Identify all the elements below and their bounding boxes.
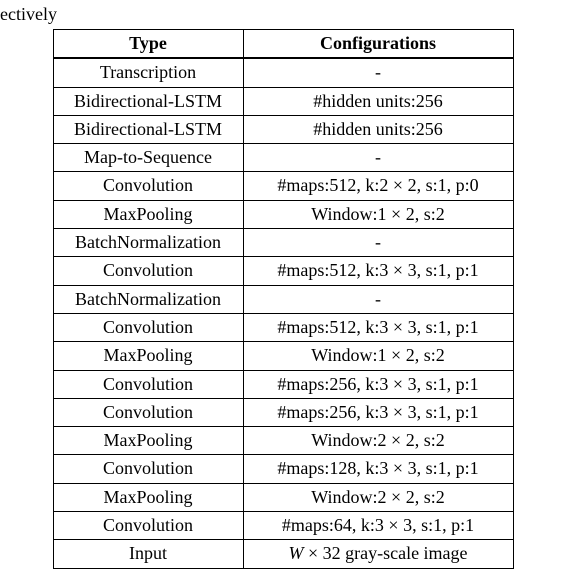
cell-configurations: #hidden units:256	[243, 115, 513, 143]
cell-type: MaxPooling	[53, 342, 243, 370]
table-row: Convolution#maps:128, k:3 × 3, s:1, p:1	[53, 455, 513, 483]
cell-configurations: #maps:512, k:3 × 3, s:1, p:1	[243, 257, 513, 285]
cell-configurations: Window:1 × 2, s:2	[243, 342, 513, 370]
cell-configurations: Window:2 × 2, s:2	[243, 483, 513, 511]
cell-configurations: #maps:64, k:3 × 3, s:1, p:1	[243, 512, 513, 540]
cell-type: Transcription	[53, 58, 243, 87]
cell-configurations: #maps:256, k:3 × 3, s:1, p:1	[243, 398, 513, 426]
table-row: Convolution#maps:256, k:3 × 3, s:1, p:1	[53, 398, 513, 426]
table-row: MaxPoolingWindow:2 × 2, s:2	[53, 483, 513, 511]
table-row: Transcription-	[53, 58, 513, 87]
cell-type: Input	[53, 540, 243, 568]
table-row: MaxPoolingWindow:2 × 2, s:2	[53, 427, 513, 455]
table-row: Bidirectional-LSTM#hidden units:256	[53, 115, 513, 143]
cell-type: Bidirectional-LSTM	[53, 115, 243, 143]
cell-type: Map-to-Sequence	[53, 144, 243, 172]
table-row: Convolution#maps:64, k:3 × 3, s:1, p:1	[53, 512, 513, 540]
cell-configurations: -	[243, 229, 513, 257]
table-row: MaxPoolingWindow:1 × 2, s:2	[53, 200, 513, 228]
table-row: BatchNormalization-	[53, 229, 513, 257]
cell-configurations: -	[243, 144, 513, 172]
table-row: Convolution#maps:512, k:3 × 3, s:1, p:1	[53, 313, 513, 341]
cell-type: Bidirectional-LSTM	[53, 87, 243, 115]
cell-configurations: #maps:512, k:3 × 3, s:1, p:1	[243, 313, 513, 341]
cell-type: BatchNormalization	[53, 229, 243, 257]
table-row: Convolution#maps:512, k:2 × 2, s:1, p:0	[53, 172, 513, 200]
table-container: Type Configurations Transcription-Bidire…	[0, 27, 566, 569]
cell-configurations: W × 32 gray-scale image	[243, 540, 513, 568]
cell-type: MaxPooling	[53, 200, 243, 228]
cell-configurations: Window:1 × 2, s:2	[243, 200, 513, 228]
cell-configurations: -	[243, 58, 513, 87]
cell-type: Convolution	[53, 257, 243, 285]
cell-type: Convolution	[53, 313, 243, 341]
cell-configurations: #hidden units:256	[243, 87, 513, 115]
cell-type: MaxPooling	[53, 483, 243, 511]
cell-configurations: -	[243, 285, 513, 313]
cell-type: BatchNormalization	[53, 285, 243, 313]
cell-configurations: #maps:128, k:3 × 3, s:1, p:1	[243, 455, 513, 483]
header-configurations: Configurations	[243, 30, 513, 59]
table-row: Convolution#maps:512, k:3 × 3, s:1, p:1	[53, 257, 513, 285]
table-row: Convolution#maps:256, k:3 × 3, s:1, p:1	[53, 370, 513, 398]
header-type: Type	[53, 30, 243, 59]
cell-type: Convolution	[53, 398, 243, 426]
cell-type: Convolution	[53, 172, 243, 200]
lead-text-fragment: ectively	[0, 0, 566, 27]
table-row: InputW × 32 gray-scale image	[53, 540, 513, 568]
cell-configurations: #maps:256, k:3 × 3, s:1, p:1	[243, 370, 513, 398]
cell-type: Convolution	[53, 512, 243, 540]
cell-configurations: #maps:512, k:2 × 2, s:1, p:0	[243, 172, 513, 200]
table-row: Bidirectional-LSTM#hidden units:256	[53, 87, 513, 115]
table-row: BatchNormalization-	[53, 285, 513, 313]
cell-configurations: Window:2 × 2, s:2	[243, 427, 513, 455]
table-row: Map-to-Sequence-	[53, 144, 513, 172]
table-row: MaxPoolingWindow:1 × 2, s:2	[53, 342, 513, 370]
cell-type: Convolution	[53, 370, 243, 398]
cell-type: MaxPooling	[53, 427, 243, 455]
cell-type: Convolution	[53, 455, 243, 483]
table-header-row: Type Configurations	[53, 30, 513, 59]
config-table: Type Configurations Transcription-Bidire…	[53, 29, 514, 569]
